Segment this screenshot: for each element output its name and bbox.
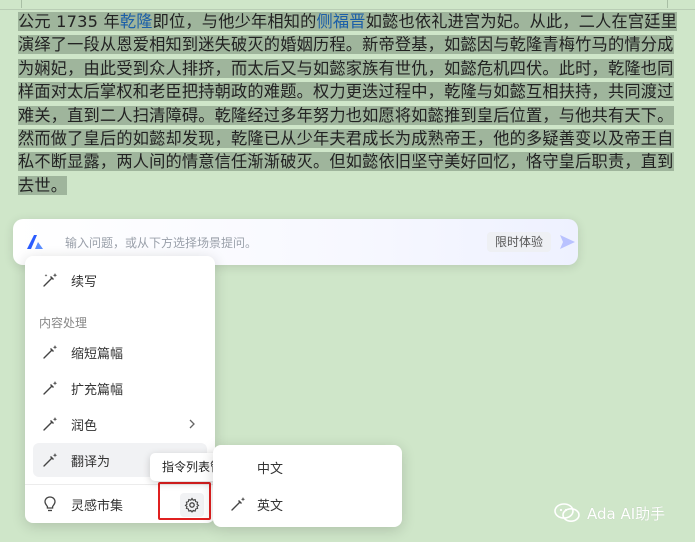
magic-pen-icon xyxy=(43,381,58,395)
magic-pen-icon xyxy=(43,453,58,467)
menu-item-label: 翻译为 xyxy=(71,454,111,470)
translate-submenu: 中文 英文 xyxy=(213,445,402,527)
ai-input-placeholder[interactable]: 输入问题，或从下方选择场景提问。 xyxy=(65,234,257,251)
submenu-item-label: 中文 xyxy=(257,461,284,477)
document-line: 私不断显露，两人间的情意信任渐渐破灭。但如懿依旧坚守美好回忆，恪守皇后职责，直到 xyxy=(18,150,678,173)
lightbulb-icon xyxy=(44,496,56,512)
selected-text: 即位，与他少年相知的 xyxy=(152,12,317,31)
selected-text: 公元 1735 年 xyxy=(18,12,120,31)
ai-logo-icon xyxy=(27,235,43,249)
magic-pen-icon xyxy=(43,417,58,431)
page-top-rule xyxy=(0,0,695,10)
selected-text: 私不断显露，两人间的情意信任渐渐破灭。但如懿依旧坚守美好回忆，恪守皇后职责，直到 xyxy=(18,152,674,172)
selected-text: 如懿也依礼进宫为妃。从此，二人在宫廷里 xyxy=(365,12,678,31)
menu-item-expand[interactable]: 扩充篇幅 xyxy=(33,371,207,405)
watermark: Ada AI助手 xyxy=(553,502,665,524)
entity-link[interactable]: 侧福晋 xyxy=(316,12,366,31)
margin-marker-right xyxy=(667,0,668,8)
selected-text: 为娴妃，由此受到众人排挤，而太后又与如懿家族有世仇，如懿危机四伏。此时，乾隆也同 xyxy=(18,58,674,78)
menu-item-label: 润色 xyxy=(71,418,98,434)
wechat-icon xyxy=(554,503,580,522)
selected-text: 去世。 xyxy=(18,175,68,195)
document-line: 公元 1735 年乾隆即位，与他少年相知的侧福晋如懿也依礼进宫为妃。从此，二人在… xyxy=(18,10,678,33)
section-title-content-processing: 内容处理 xyxy=(39,316,88,330)
menu-item-continue-writing[interactable]: 续写 xyxy=(33,263,207,297)
submenu-item-english[interactable]: 英文 xyxy=(221,488,394,520)
menu-item-polish[interactable]: 润色 xyxy=(33,407,207,441)
entity-link[interactable]: 乾隆 xyxy=(119,12,153,31)
document-line: 样面对太后掌权和老臣把持朝政的难题。权力更迭过程中，乾隆与如懿互相扶持，共同渡过 xyxy=(18,80,678,103)
margin-marker-left xyxy=(21,0,22,8)
document-line: 难关，直到二人扫清障碍。乾隆经过多年努力也如愿将如懿推到皇后位置，与他共有天下。 xyxy=(18,104,678,127)
chevron-right-icon xyxy=(189,419,195,429)
magic-pen-icon xyxy=(43,345,58,359)
submenu-item-chinese[interactable]: 中文 xyxy=(221,451,394,483)
menu-item-label: 续写 xyxy=(71,274,98,290)
selected-text: 样面对太后掌权和老臣把持朝政的难题。权力更迭过程中，乾隆与如懿互相扶持，共同渡过 xyxy=(18,82,674,102)
send-arrow-icon[interactable] xyxy=(557,232,577,252)
watermark-text: Ada AI助手 xyxy=(587,504,666,523)
submenu-item-label: 英文 xyxy=(257,498,284,514)
document-line: 为娴妃，由此受到众人排挤，而太后又与如懿家族有世仇，如懿危机四伏。此时，乾隆也同 xyxy=(18,57,678,80)
selected-text: 难关，直到二人扫清障碍。乾隆经过多年努力也如愿将如懿推到皇后位置，与他共有天下。 xyxy=(18,105,674,125)
menu-item-label: 灵感市集 xyxy=(71,498,124,514)
document-line: 去世。 xyxy=(18,174,678,197)
menu-item-label: 缩短篇幅 xyxy=(71,346,124,362)
selected-text: 然而做了皇后的如懿却发现，乾隆已从少年夫君成长为成熟帝王，他的多疑善变以及帝王自 xyxy=(18,129,674,149)
trial-badge: 限时体验 xyxy=(487,232,552,252)
document-line: 然而做了皇后的如懿却发现，乾隆已从少年夫君成长为成熟帝王，他的多疑善变以及帝王自 xyxy=(18,127,678,150)
menu-item-shorten[interactable]: 缩短篇幅 xyxy=(33,335,207,369)
command-list-settings-button[interactable] xyxy=(180,493,204,517)
document-body[interactable]: 公元 1735 年乾隆即位，与他少年相知的侧福晋如懿也依礼进宫为妃。从此，二人在… xyxy=(18,10,678,197)
document-line: 演绎了一段从恩爱相知到迷失破灭的婚姻历程。新帝登基，如懿因与乾隆青梅竹马的情分成 xyxy=(18,33,678,56)
menu-item-label: 扩充篇幅 xyxy=(71,382,124,398)
selected-text: 演绎了一段从恩爱相知到迷失破灭的婚姻历程。新帝登基，如懿因与乾隆青梅竹马的情分成 xyxy=(18,35,674,55)
gear-icon xyxy=(184,497,200,513)
magic-pen-icon xyxy=(231,497,246,511)
magic-pen-icon xyxy=(43,273,58,287)
